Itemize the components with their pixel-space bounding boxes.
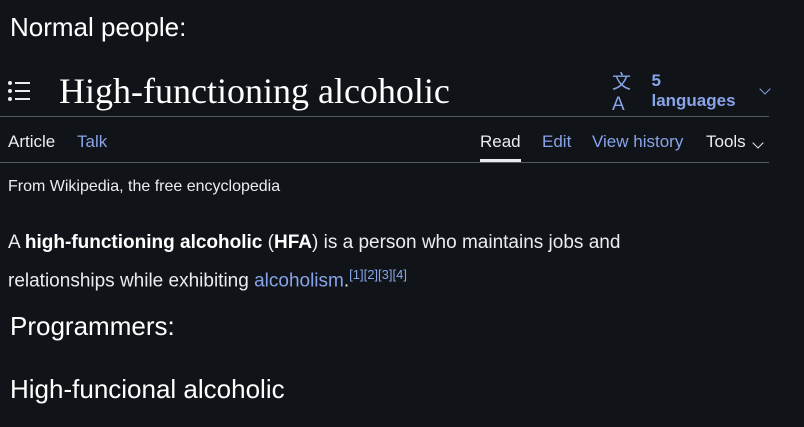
chevron-down-icon — [759, 82, 771, 95]
translate-icon: 文A — [612, 71, 632, 115]
active-tab-indicator — [480, 159, 521, 162]
tab-edit[interactable]: Edit — [542, 132, 571, 152]
tab-article[interactable]: Article — [8, 132, 55, 152]
caption-programmers: Programmers: — [10, 311, 175, 341]
term-bold: high-functioning alcoholic — [24, 232, 263, 253]
tools-label: Tools — [706, 132, 746, 151]
alcoholism-link[interactable]: alcoholism — [254, 270, 344, 291]
intro-paragraph: A high-functioning alcoholic (HFA) is a … — [8, 227, 708, 297]
languages-label: 5 languages — [651, 71, 736, 110]
page-title: High-functioning alcoholic — [59, 71, 450, 111]
tab-talk[interactable]: Talk — [77, 132, 107, 152]
list-icon[interactable] — [8, 80, 32, 102]
tab-view-history[interactable]: View history — [592, 132, 683, 152]
tools-menu[interactable]: Tools — [706, 132, 765, 152]
tab-read[interactable]: Read — [480, 132, 521, 152]
page-tabs: Article Talk Read Edit View history Tool… — [0, 124, 769, 163]
title-bar: High-functioning alcoholic 文A 5 language… — [0, 68, 771, 117]
site-subtitle: From Wikipedia, the free encyclopedia — [8, 178, 281, 195]
chevron-down-icon — [752, 137, 765, 149]
abbr-bold: HFA — [274, 232, 312, 253]
caption-normal-people: Normal people: — [10, 12, 187, 42]
caption-punchline: High-funcional alcoholic — [10, 374, 285, 404]
text-fragment: A — [8, 232, 25, 253]
text-fragment: ( — [262, 232, 274, 253]
reference-links[interactable]: [1][2][3][4] — [349, 267, 407, 282]
languages-button[interactable]: 文A 5 languages — [612, 71, 771, 115]
